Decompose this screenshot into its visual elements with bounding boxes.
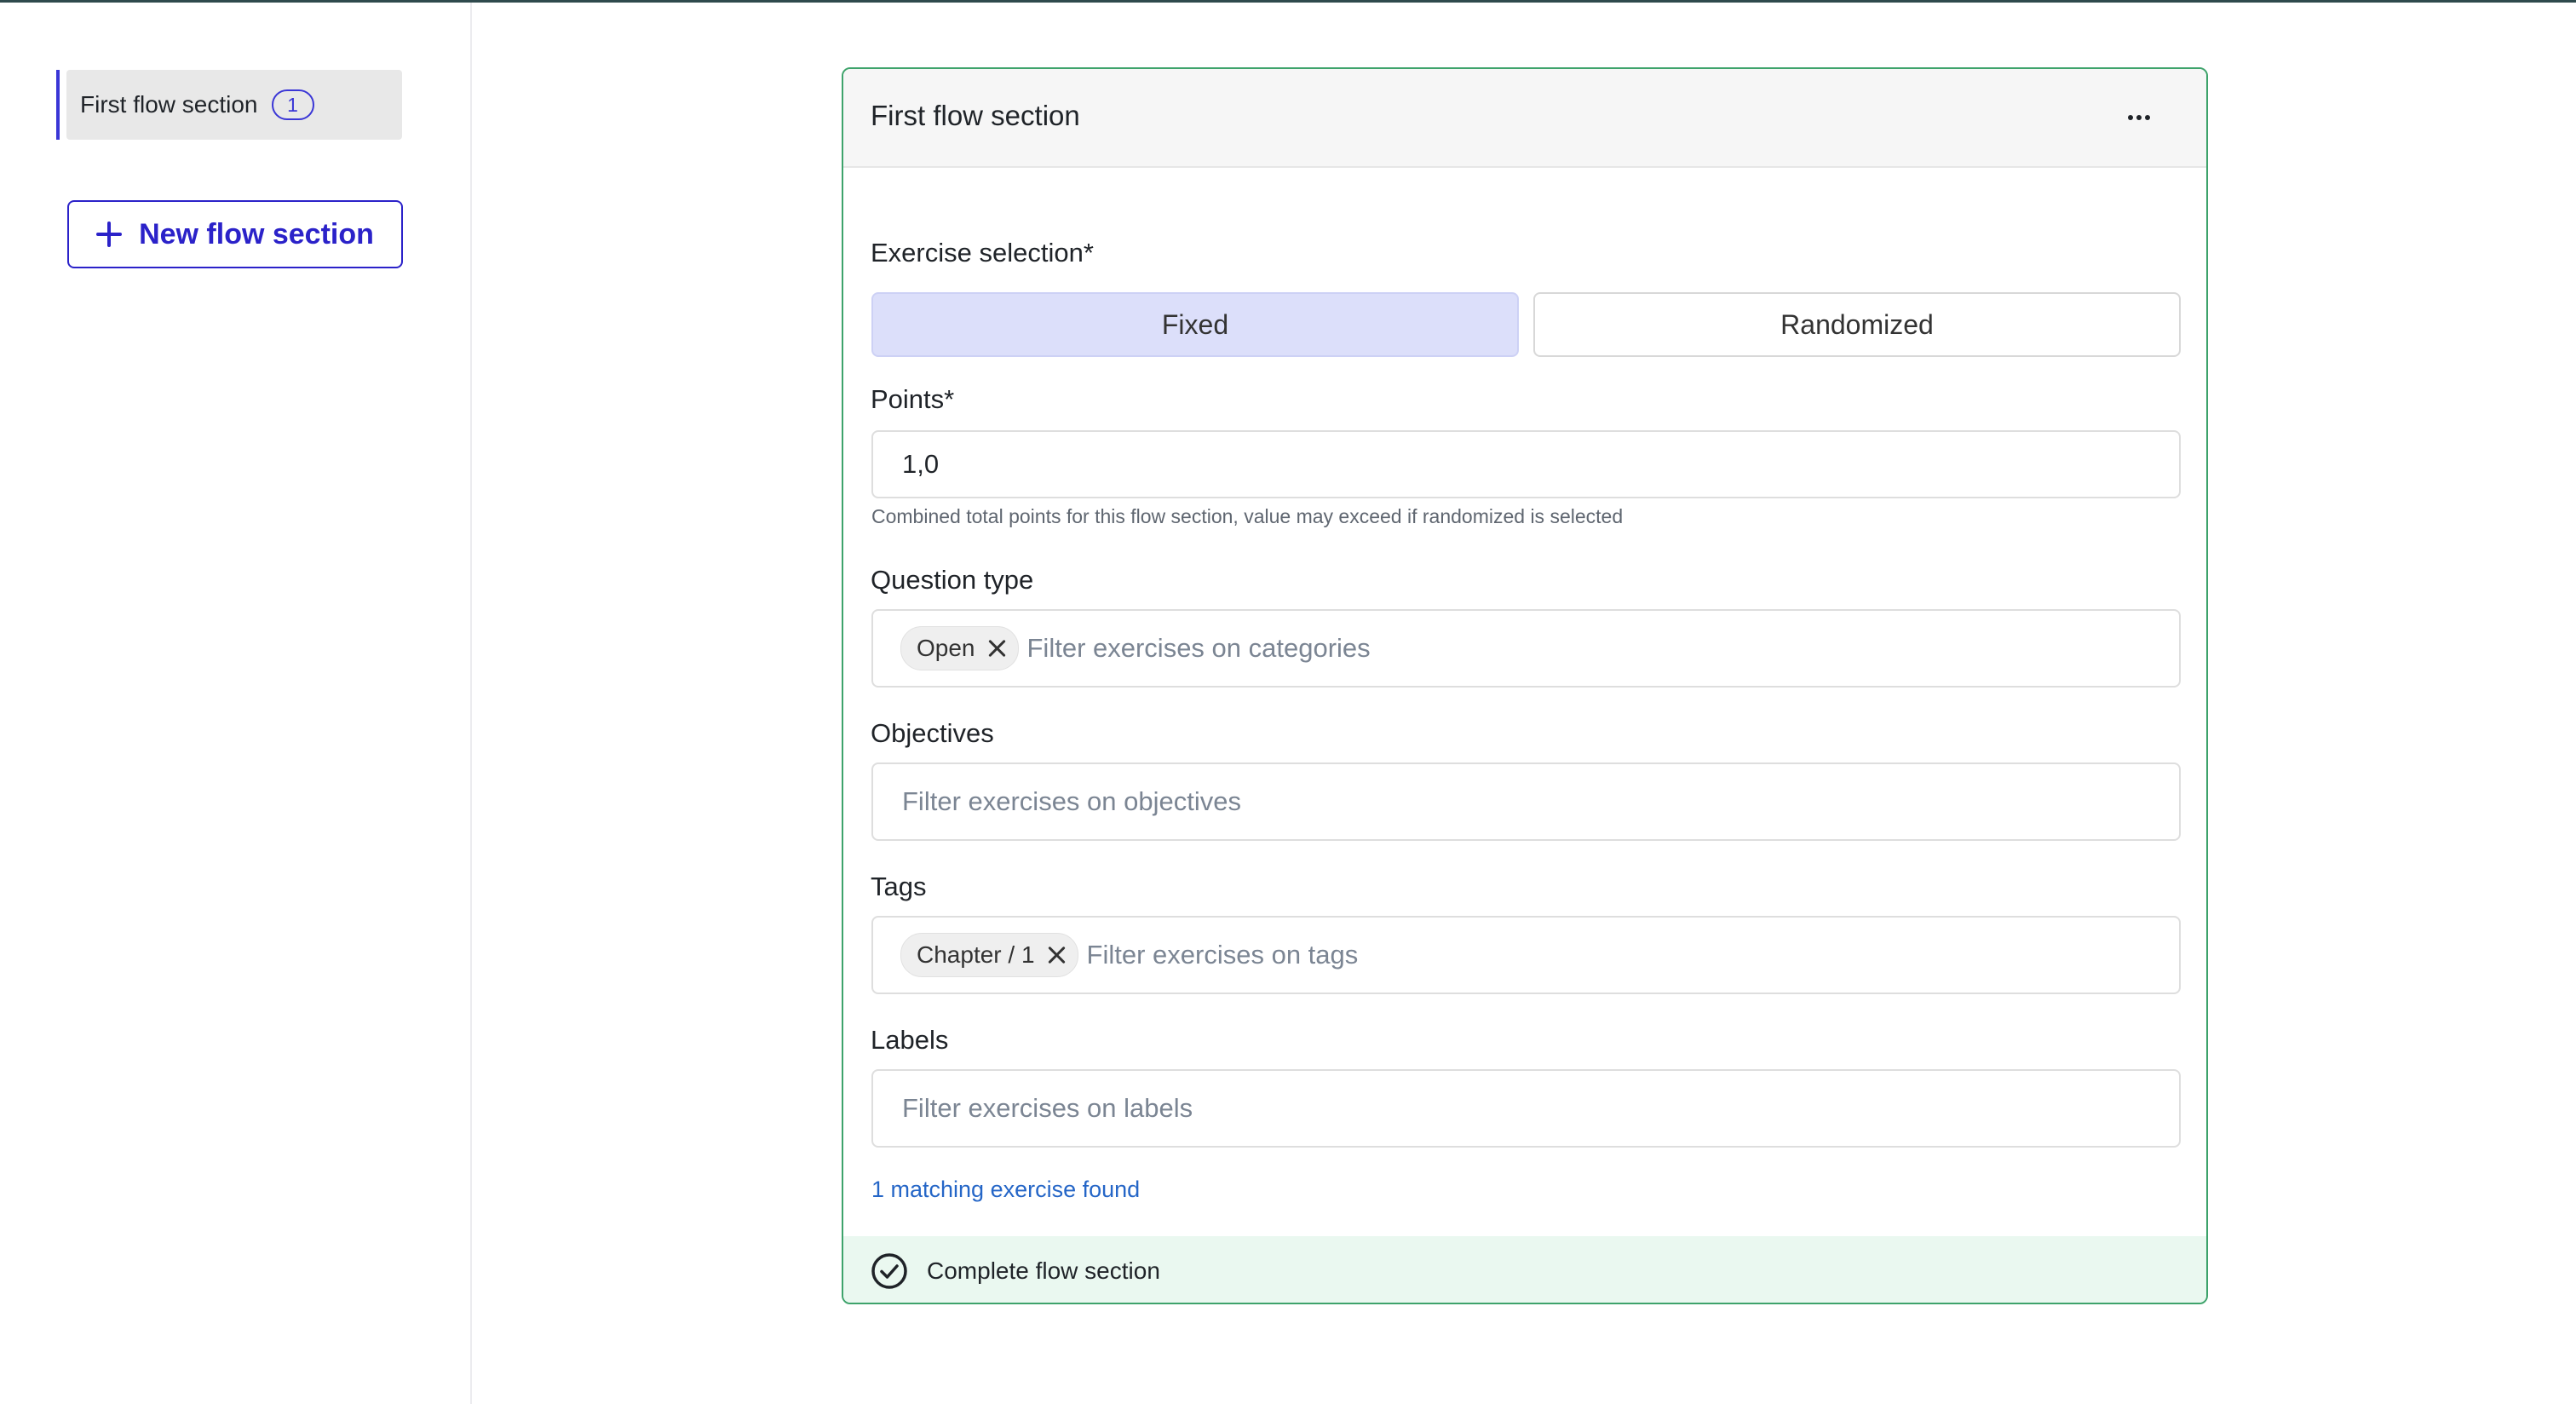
objectives-label: Objectives bbox=[871, 718, 994, 748]
more-options-icon[interactable] bbox=[2126, 112, 2160, 125]
plus-icon bbox=[96, 222, 123, 247]
active-indicator bbox=[56, 70, 60, 140]
labels-input[interactable]: Filter exercises on labels bbox=[871, 1069, 2181, 1148]
objectives-placeholder: Filter exercises on objectives bbox=[902, 786, 1241, 816]
complete-flow-section-row[interactable]: Complete flow section bbox=[843, 1236, 2206, 1303]
tags-input[interactable]: Chapter / 1 Filter exercises on tags bbox=[871, 916, 2181, 994]
points-input[interactable]: 1,0 bbox=[871, 430, 2181, 498]
check-circle-icon bbox=[871, 1253, 907, 1289]
chip-label: Open bbox=[917, 635, 975, 661]
matching-exercises-link[interactable]: 1 matching exercise found bbox=[871, 1177, 1140, 1203]
question-type-chip: Open bbox=[900, 626, 1019, 670]
section-title: First flow section bbox=[871, 100, 1080, 131]
sidebar-item-first-flow-section[interactable]: First flow section 1 bbox=[56, 70, 402, 140]
tags-label: Tags bbox=[871, 872, 927, 901]
new-flow-section-label: New flow section bbox=[139, 217, 374, 250]
question-type-input[interactable]: Open Filter exercises on categories bbox=[871, 609, 2181, 688]
exercise-selection-label: Exercise selection* bbox=[871, 238, 1094, 268]
points-value: 1,0 bbox=[902, 449, 940, 479]
sidebar: First flow section 1 New flow section bbox=[0, 3, 472, 1404]
complete-flow-section-label: Complete flow section bbox=[927, 1257, 1160, 1284]
new-flow-section-button[interactable]: New flow section bbox=[67, 200, 403, 268]
tag-chip: Chapter / 1 bbox=[900, 933, 1078, 977]
labels-label: Labels bbox=[871, 1025, 949, 1055]
close-icon[interactable] bbox=[987, 639, 1006, 658]
chip-label: Chapter / 1 bbox=[917, 941, 1035, 968]
flow-section-card: First flow section Exercise selection* F… bbox=[842, 67, 2208, 1304]
close-icon[interactable] bbox=[1047, 946, 1066, 964]
sidebar-item-body[interactable]: First flow section 1 bbox=[66, 70, 402, 140]
tags-placeholder: Filter exercises on tags bbox=[1086, 940, 1359, 970]
fixed-option-button[interactable]: Fixed bbox=[871, 292, 1519, 357]
randomized-option-button[interactable]: Randomized bbox=[1533, 292, 2181, 357]
sidebar-item-label: First flow section bbox=[80, 91, 258, 118]
labels-placeholder: Filter exercises on labels bbox=[902, 1093, 1193, 1123]
points-label: Points* bbox=[871, 384, 955, 414]
question-type-placeholder: Filter exercises on categories bbox=[1026, 633, 1371, 663]
objectives-input[interactable]: Filter exercises on objectives bbox=[871, 762, 2181, 841]
card-header: First flow section bbox=[843, 69, 2206, 168]
exercise-count-badge: 1 bbox=[271, 89, 314, 120]
question-type-label: Question type bbox=[871, 565, 1034, 595]
points-helper-text: Combined total points for this flow sect… bbox=[871, 505, 1624, 527]
